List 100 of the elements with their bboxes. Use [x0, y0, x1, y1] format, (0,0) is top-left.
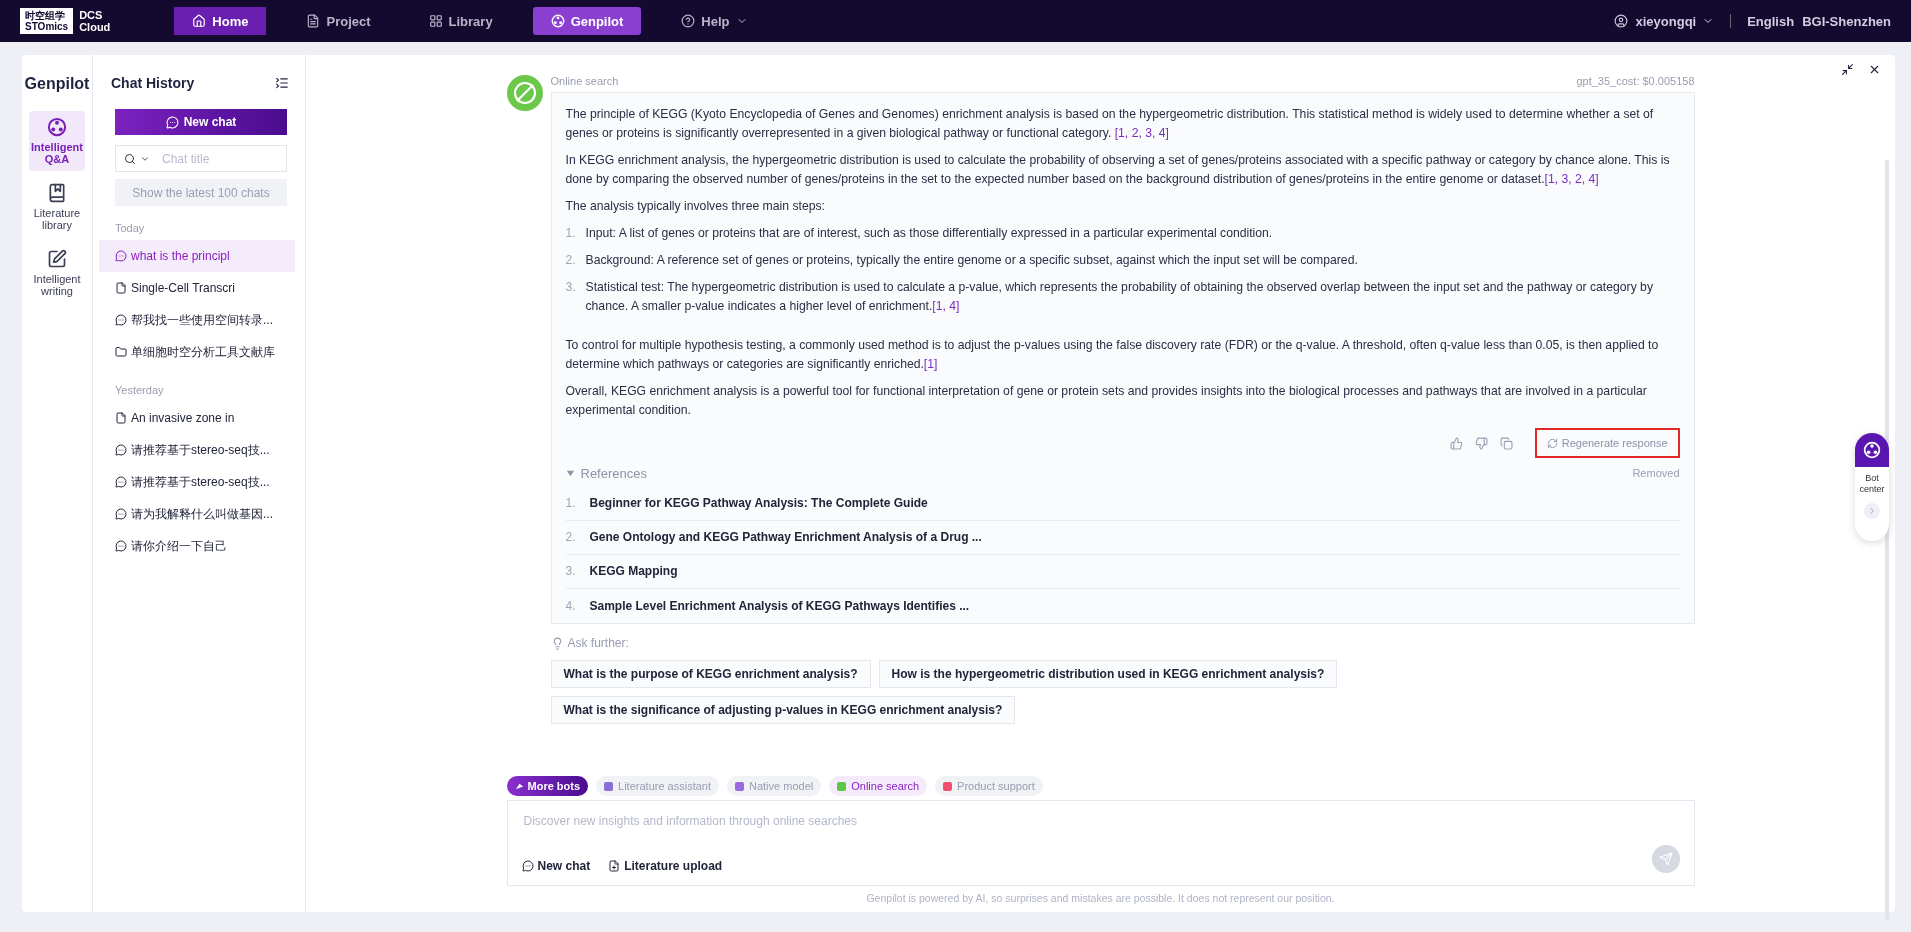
reference-number: 3.	[565, 563, 577, 580]
chat-history-item[interactable]: 请推荐基于stereo-seq技...	[99, 466, 295, 498]
citation-link[interactable]: [1, 3, 2, 4]	[1544, 172, 1599, 186]
chat-history-item[interactable]: 请为我解释什么叫做基因...	[99, 498, 295, 530]
citation-link[interactable]: [1, 4]	[932, 299, 960, 313]
step-text: Background: A reference set of genes or proteins, typically the entire genome or a specific subset, against which the input set will be compared.	[585, 252, 1358, 269]
new-chat-button[interactable]: New chat	[521, 859, 591, 873]
rail-item[interactable]: Intelligent writing	[29, 243, 85, 303]
chat-icon	[115, 508, 127, 520]
chat-history-item[interactable]: 请你介绍一下自己	[99, 530, 295, 562]
chat-icon	[115, 444, 127, 456]
file-upload-icon	[608, 860, 621, 872]
chat-icon	[115, 476, 127, 488]
close-icon[interactable]	[1868, 63, 1881, 76]
chevron-right-icon	[1867, 506, 1877, 516]
suggested-question[interactable]: What is the purpose of KEGG enrichment analysis?	[550, 660, 871, 688]
reference-link[interactable]: Sample Level Enrichment Analysis of KEGG Pathways Identifies ...	[589, 596, 970, 616]
step-text: Input: A list of genes or proteins that are of interest, such as those differentially expressed in a particular experimental condition.	[585, 225, 1273, 242]
reference-number: 4.	[565, 597, 577, 615]
disclaimer: Genpilot is powered by AI, so surprises and mistakes are possible. It does not represent our position.	[865, 892, 1336, 904]
ask-further-label: Ask further:	[567, 636, 629, 650]
reference-number: 1.	[565, 495, 577, 512]
group-label: Yesterday	[114, 383, 165, 398]
chat-history-item[interactable]: 请推荐基于stereo-seq技...	[99, 434, 295, 466]
bot-chip[interactable]: Online search	[829, 776, 928, 796]
chat-history-item[interactable]: what is the principl	[99, 240, 295, 272]
answer-paragraph: To control for multiple hypothesis testing, a commonly used method is to adjust the p-values using the false discovery rate (FDR) or the q-value. A threshold, often q-value less than 0.05, is then applied to determine which pathways or categories are significantly enriched.[1]	[565, 337, 1660, 373]
citation-link[interactable]: [1, 2, 3, 4]	[1114, 126, 1169, 140]
app-title: Genpilot	[24, 75, 90, 93]
step-number: 3.	[565, 279, 577, 296]
step-number: 2.	[565, 252, 577, 269]
nav-tab[interactable]: Genpilot	[532, 7, 642, 35]
rail-item[interactable]: Intelligent Q&A	[29, 111, 85, 171]
document-icon	[115, 412, 127, 424]
answer-paragraph: The principle of KEGG (Kyoto Encyclopedia of Genes and Genomes) enrichment analysis is based on the hypergeometric distribution. This statistical method is widely used to determine whether a set of genes or proteins is significantly overrepresented in a given biological pathway or functional category. [1, 2, 3, 4]	[565, 106, 1655, 142]
new-chat-button[interactable]: New chat	[115, 109, 287, 135]
document-icon	[115, 282, 127, 294]
orbit-icon	[1863, 441, 1881, 459]
reference-link[interactable]: Beginner for KEGG Pathway Analysis: The Complete Guide	[589, 494, 928, 513]
reference-number: 2.	[565, 529, 577, 546]
chat-icon	[165, 115, 179, 129]
more-bots-button[interactable]: More bots	[506, 776, 589, 796]
upload-button[interactable]: Literature upload	[608, 859, 723, 873]
answer-paragraph: The analysis typically involves three main steps:	[565, 198, 826, 215]
reference-link[interactable]: KEGG Mapping	[589, 562, 678, 581]
language-link[interactable]: English	[1747, 13, 1795, 29]
citation-link[interactable]: [1]	[923, 357, 938, 371]
answer-paragraph: In KEGG enrichment analysis, the hypergeometric distribution is used to calculate the probability of observing a set of genes/proteins associated with a specific pathway or category by chance alone. This is done by comparing the observed number of genes/proteins in the set to the expected number based on the background distribution of genes/proteins in the entire genome or dataset.[1, 3, 2, 4]	[565, 152, 1671, 188]
thumbs-down-icon[interactable]	[1474, 436, 1488, 450]
chat-history-item[interactable]: 单细胞时空分析工具文献库	[99, 336, 295, 368]
region-link[interactable]: BGI-Shenzhen	[1802, 13, 1891, 29]
send-icon	[1658, 852, 1673, 866]
orbit-icon	[550, 14, 565, 28]
user-menu[interactable]: xieyongqi	[1635, 13, 1715, 29]
search-icon	[124, 152, 136, 165]
reference-link[interactable]: Gene Ontology and KEGG Pathway Enrichment Analysis of a Drug ...	[589, 528, 982, 547]
chat-icon	[115, 250, 127, 262]
nav-tab[interactable]: Help	[663, 7, 766, 35]
cost-label: gpt_35_cost: $0.005158	[1576, 75, 1695, 87]
source-label: Online search	[550, 75, 619, 87]
document-icon	[306, 14, 321, 28]
step-text: Statistical test: The hypergeometric distribution is used to calculate a p-value, which represents the probability of obtaining the observed overlap between the input set and the pathway or category by chance. A smaller p-value indicates a higher level of enrichment.[1, 4]	[585, 279, 1654, 315]
bot-center-button[interactable]: Bot center	[1855, 433, 1889, 541]
home-icon	[192, 14, 207, 28]
status-label: Removed	[1632, 466, 1680, 481]
thumbs-up-icon[interactable]	[1449, 436, 1463, 450]
orbit-icon	[47, 117, 67, 137]
refresh-icon	[1546, 437, 1558, 449]
search-field[interactable]: Chat title	[115, 145, 287, 172]
chat-history-item[interactable]: 帮我找一些使用空间转录...	[99, 304, 295, 336]
step-number: 1.	[565, 225, 577, 242]
chat-icon	[115, 540, 127, 552]
panel-title: Chat History	[111, 75, 195, 91]
nav-tab[interactable]: Project	[288, 7, 389, 35]
help-icon	[681, 14, 696, 28]
rail-item[interactable]: Literature library	[29, 177, 85, 237]
folder-icon	[115, 346, 127, 358]
chat-icon	[115, 314, 127, 326]
nav-tab[interactable]: Home	[174, 7, 267, 35]
chat-icon	[521, 860, 534, 872]
book-icon	[47, 183, 67, 203]
group-label: Today	[114, 221, 146, 236]
bot-avatar-icon	[506, 75, 543, 111]
nav-tab[interactable]: Library	[410, 7, 511, 35]
collapse-icon[interactable]	[275, 76, 289, 90]
product-name: DCS Cloud	[79, 9, 111, 33]
copy-icon[interactable]	[1499, 436, 1513, 450]
message-composer[interactable]: Discover new insights and information through online searches New chat Literature upload	[506, 800, 1695, 886]
grid-icon	[428, 14, 443, 28]
minimize-icon[interactable]	[1841, 63, 1854, 76]
answer-paragraph: Overall, KEGG enrichment analysis is a powerful tool for functional interpretation of gene or protein sets and provides insights into the biological processes and pathways that are involved in a particular experimental condition.	[565, 383, 1648, 419]
suggested-question[interactable]: How is the hypergeometric distribution used in KEGG enrichment analysis?	[878, 660, 1338, 688]
suggested-question[interactable]: What is the significance of adjusting p-values in KEGG enrichment analysis?	[550, 696, 1016, 724]
edit-icon	[47, 249, 67, 269]
send-button[interactable]	[1651, 845, 1680, 873]
logo: 时空组学 STOmics	[20, 8, 74, 34]
chat-history-item[interactable]: An invasive zone in	[99, 402, 295, 434]
caret-icon	[565, 469, 575, 478]
chat-history-item[interactable]: Single-Cell Transcri	[99, 272, 295, 304]
user-icon	[1613, 14, 1628, 28]
